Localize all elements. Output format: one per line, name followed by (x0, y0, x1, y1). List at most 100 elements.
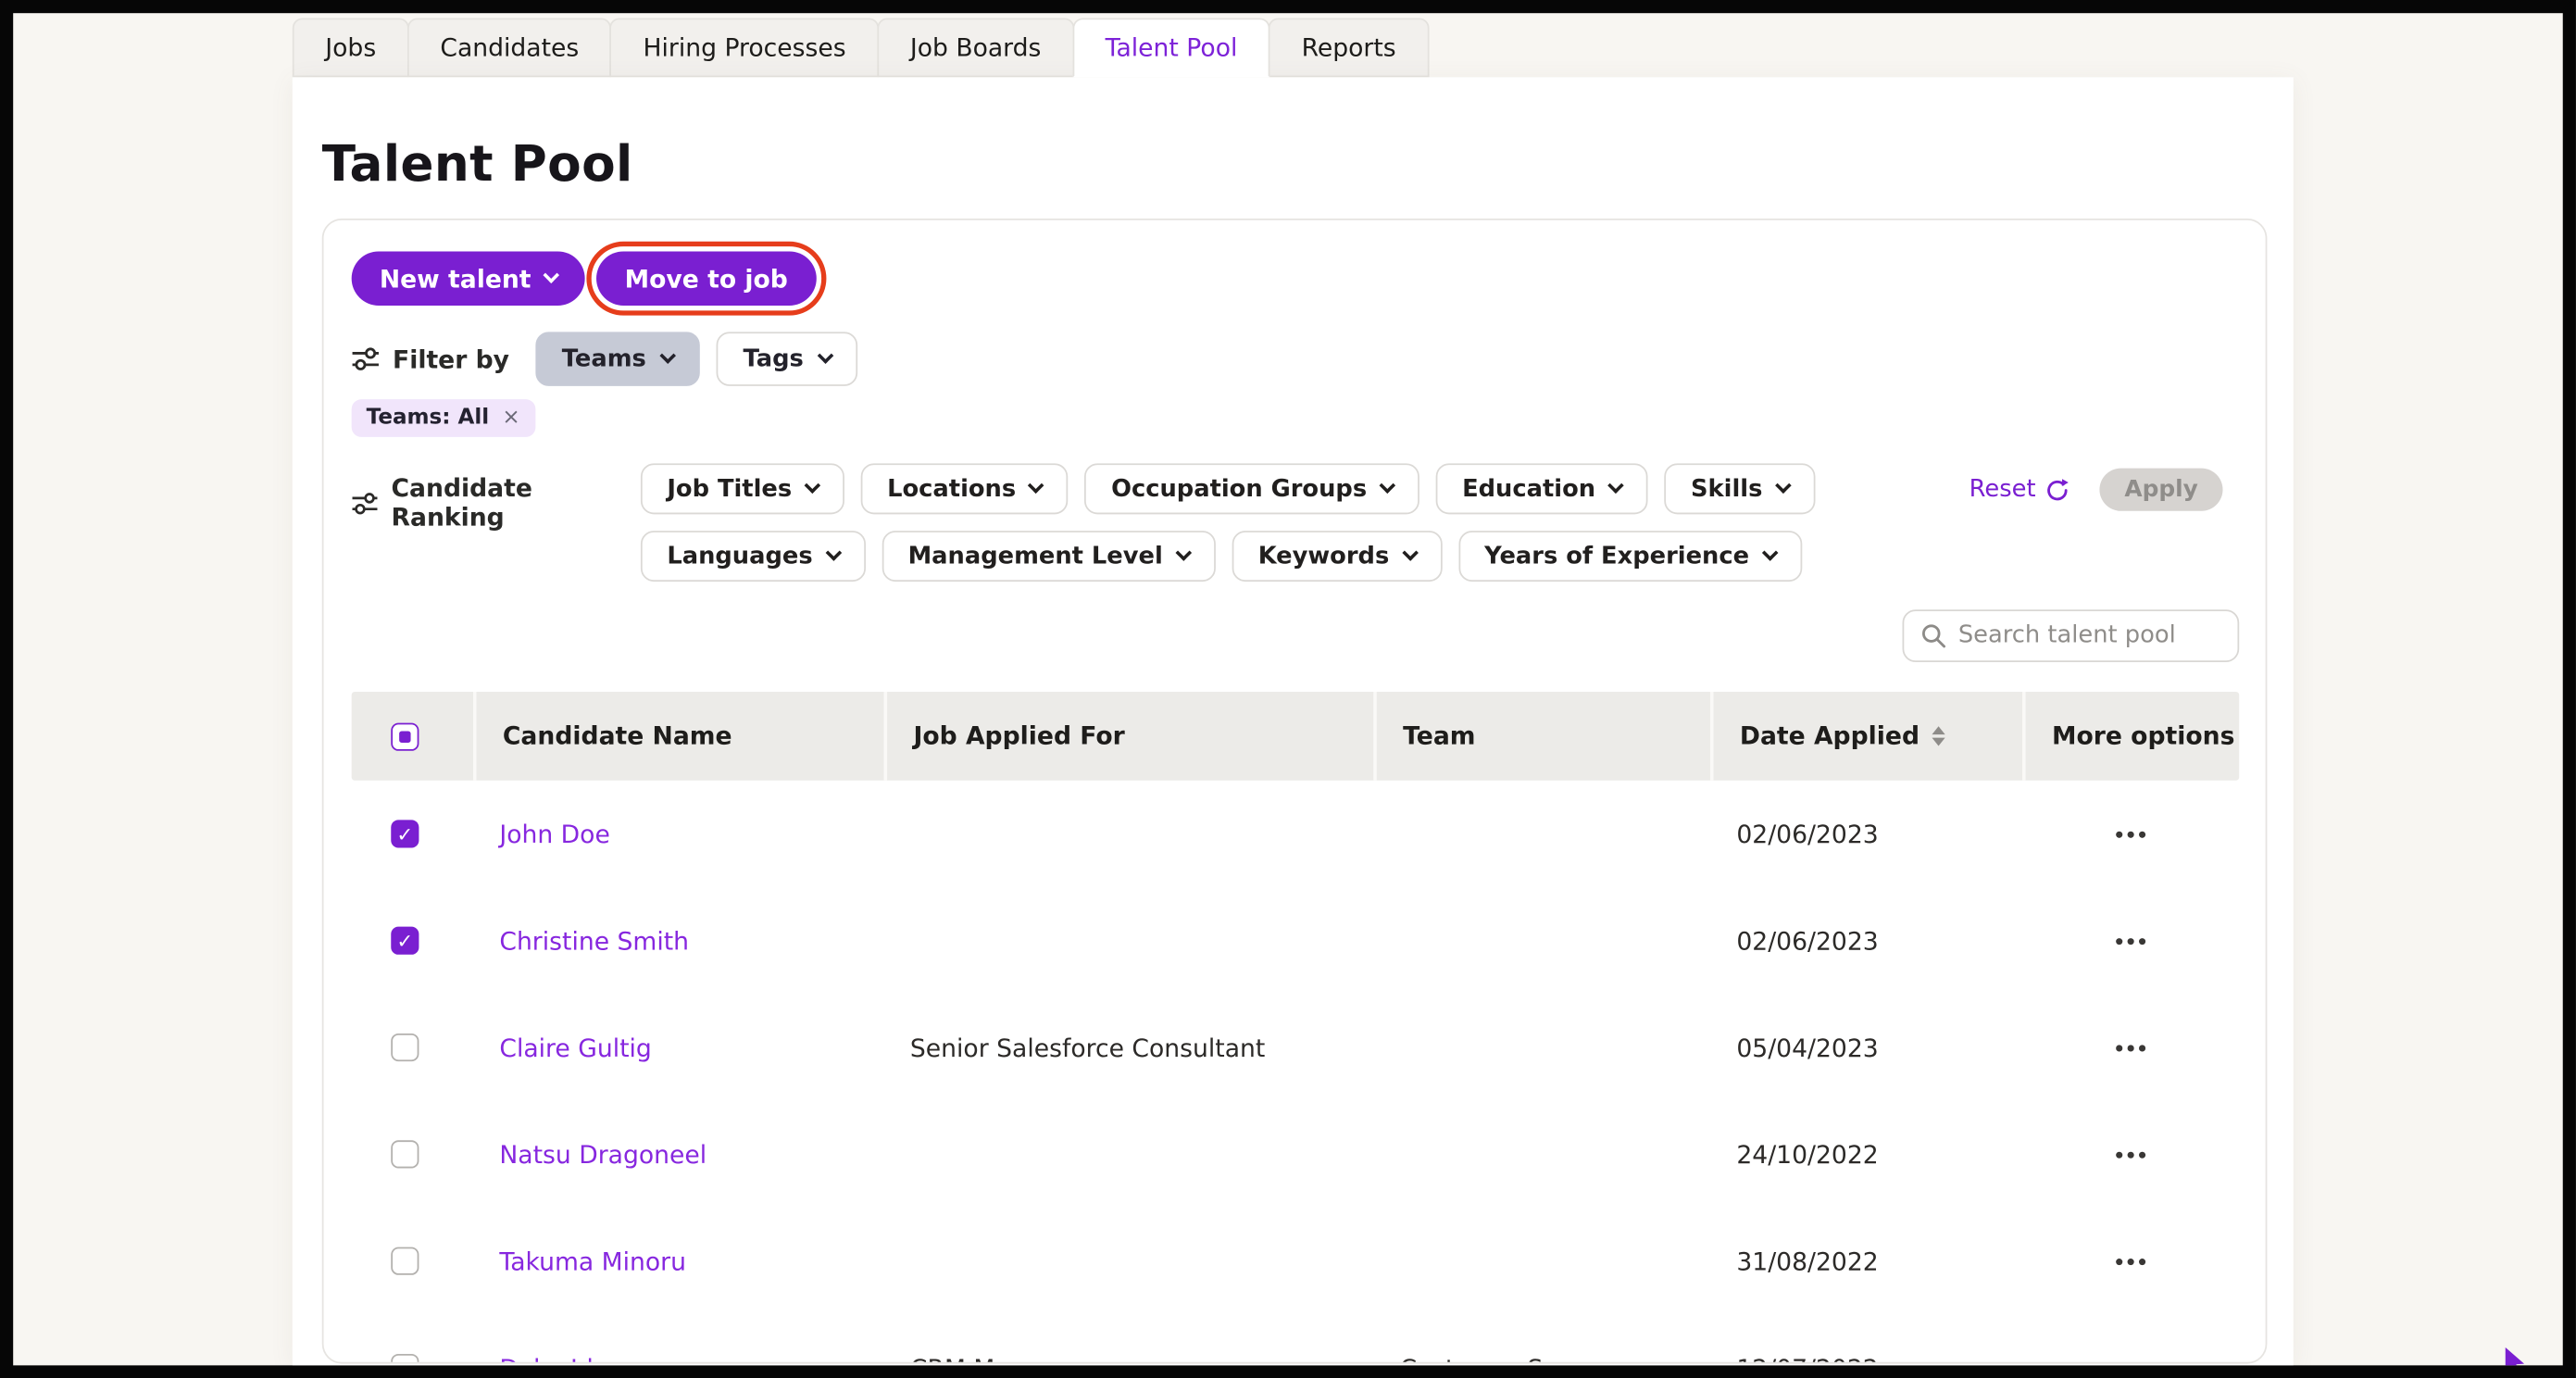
row-checkbox[interactable]: ✓ (391, 927, 419, 955)
chevron-down-icon (544, 267, 560, 283)
tab-hiring-processes[interactable]: Hiring Processes (610, 19, 879, 78)
search-input[interactable] (1958, 622, 2221, 648)
job-applied-cell: Senior Salesforce Consultant (884, 1033, 1374, 1062)
sliders-icon (352, 491, 379, 516)
action-buttons: New talent Move to job (352, 251, 2240, 306)
sliders-icon (352, 346, 380, 371)
app-window: Jobs Candidates Hiring Processes Job Boa… (0, 0, 2576, 1378)
column-header-candidate-name: Candidate Name (473, 692, 884, 781)
move-to-job-button[interactable]: Move to job (597, 251, 816, 306)
management-level-filter-button[interactable]: Management Level (882, 531, 1215, 582)
candidate-name-link[interactable]: Christine Smith (473, 926, 884, 956)
tags-filter-button[interactable]: Tags (717, 332, 857, 386)
skills-filter-button[interactable]: Skills (1665, 463, 1816, 514)
new-talent-label: New talent (380, 264, 531, 294)
teams-filter-label: Teams (562, 345, 646, 371)
tab-jobs[interactable]: Jobs (293, 19, 409, 78)
row-checkbox[interactable]: ✓ (391, 1247, 419, 1275)
more-options-icon[interactable] (2109, 1248, 2152, 1274)
chevron-down-icon (1775, 477, 1792, 494)
chevron-down-icon (1380, 477, 1396, 494)
chevron-down-icon (818, 347, 834, 364)
tab-job-boards[interactable]: Job Boards (877, 19, 1074, 78)
refresh-icon (2045, 477, 2070, 502)
apply-button[interactable]: Apply (2100, 469, 2223, 511)
tab-candidates[interactable]: Candidates (407, 19, 612, 78)
column-header-more-options: More options (2022, 692, 2239, 781)
chip-close-icon[interactable]: × (502, 406, 519, 431)
candidate-ranking-section: Candidate Ranking Job Titles Locations O… (352, 463, 2240, 582)
table-row: ✓ Takuma Minoru 31/08/2022 (352, 1208, 2240, 1314)
ranking-filter-row-1: Job Titles Locations Occupation Groups E… (641, 463, 1815, 514)
new-talent-button[interactable]: New talent (352, 251, 585, 306)
ranking-actions: Reset Apply (1970, 463, 2223, 510)
candidate-name-link[interactable]: Takuma Minoru (473, 1246, 884, 1276)
years-of-experience-filter-button[interactable]: Years of Experience (1458, 531, 1802, 582)
job-applied-cell: CRM Manager (884, 1353, 1374, 1364)
active-filters-row: Teams: All × (352, 399, 2240, 437)
talent-pool-card: New talent Move to job Filter by (322, 219, 2268, 1364)
filter-by-label: Filter by (393, 344, 509, 374)
table-row: ✓ Claire Gultig Senior Salesforce Consul… (352, 994, 2240, 1100)
page-title: Talent Pool (322, 138, 2294, 193)
search-row (352, 609, 2240, 662)
candidate-name-link[interactable]: Claire Gultig (473, 1033, 884, 1062)
candidate-name-link[interactable]: John Doe (473, 819, 884, 848)
more-options-icon[interactable] (2109, 1141, 2152, 1167)
column-header-date-applied: Date Applied (1710, 692, 2022, 781)
tab-talent-pool[interactable]: Talent Pool (1072, 19, 1270, 78)
occupation-groups-filter-button[interactable]: Occupation Groups (1085, 463, 1419, 514)
row-checkbox[interactable]: ✓ (391, 1034, 419, 1061)
locations-filter-button[interactable]: Locations (861, 463, 1069, 514)
table-row: ✓ Christine Smith 02/06/2023 (352, 887, 2240, 994)
table-header: Candidate Name Job Applied For Team Date… (352, 692, 2240, 781)
chevron-down-icon (1761, 545, 1778, 561)
screenshot-stage: Jobs Candidates Hiring Processes Job Boa… (0, 0, 2576, 1378)
row-checkbox[interactable]: ✓ (391, 1354, 419, 1364)
keywords-filter-button[interactable]: Keywords (1232, 531, 1442, 582)
education-filter-button[interactable]: Education (1436, 463, 1648, 514)
teams-all-chip-label: Teams: All (367, 406, 490, 431)
table-row: ✓ Doku Ida CRM Manager Customer Success … (352, 1314, 2240, 1363)
date-applied-cell: 02/06/2023 (1710, 926, 2022, 956)
more-options-icon[interactable] (2109, 928, 2152, 954)
row-checkbox[interactable]: ✓ (391, 820, 419, 847)
filter-by-label-group: Filter by (352, 344, 509, 374)
more-options-icon[interactable] (2109, 821, 2152, 846)
mouse-cursor-icon (2506, 1347, 2533, 1377)
teams-all-chip[interactable]: Teams: All × (352, 399, 535, 437)
candidate-name-link[interactable]: Natsu Dragoneel (473, 1139, 884, 1169)
ranking-filter-buttons: Job Titles Locations Occupation Groups E… (641, 463, 1815, 582)
more-options-icon[interactable] (2109, 1034, 2152, 1060)
date-applied-cell: 31/08/2022 (1710, 1246, 2022, 1276)
row-checkbox[interactable]: ✓ (391, 1140, 419, 1168)
tab-reports[interactable]: Reports (1269, 19, 1429, 78)
chevron-down-icon (1402, 545, 1419, 561)
indeterminate-mark (399, 731, 410, 742)
sort-icon[interactable] (1932, 726, 1945, 746)
talent-pool-panel: Talent Pool New talent Move to job (293, 77, 2294, 1365)
team-cell: Customer Success (1373, 1353, 1710, 1364)
chevron-down-icon (1175, 545, 1192, 561)
reset-button[interactable]: Reset (1970, 477, 2070, 503)
select-all-checkbox[interactable] (391, 722, 419, 750)
header-checkbox-cell (352, 692, 473, 781)
reset-label: Reset (1970, 477, 2036, 503)
main-nav-tabs: Jobs Candidates Hiring Processes Job Boa… (293, 19, 2563, 78)
candidate-name-link[interactable]: Doku Ida (473, 1353, 884, 1364)
date-applied-cell: 02/06/2023 (1710, 819, 2022, 848)
date-applied-cell: 12/07/2022 (1710, 1353, 2022, 1364)
teams-filter-button[interactable]: Teams (535, 332, 700, 386)
job-titles-filter-button[interactable]: Job Titles (641, 463, 844, 514)
chevron-down-icon (825, 545, 842, 561)
languages-filter-button[interactable]: Languages (641, 531, 866, 582)
chevron-down-icon (1608, 477, 1625, 494)
column-header-job-applied-for: Job Applied For (884, 692, 1374, 781)
more-options-icon[interactable] (2109, 1355, 2152, 1364)
filter-by-row: Filter by Teams Tags (352, 332, 2240, 386)
candidate-ranking-label-group: Candidate Ranking (352, 463, 641, 532)
column-header-team: Team (1373, 692, 1710, 781)
ranking-filter-row-2: Languages Management Level Keywords Year… (641, 531, 1815, 582)
date-applied-cell: 05/04/2023 (1710, 1033, 2022, 1062)
chevron-down-icon (1029, 477, 1045, 494)
